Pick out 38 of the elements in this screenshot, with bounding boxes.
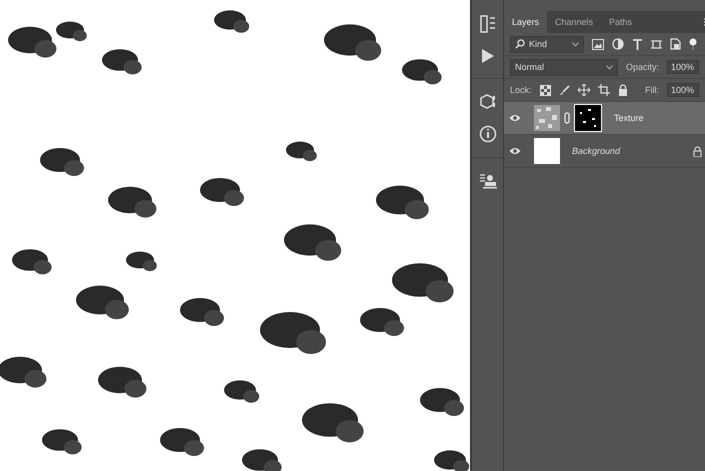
panel-tab[interactable]: Channels (547, 11, 602, 33)
checkerboard-icon[interactable] (540, 84, 551, 96)
layer-thumbnail (534, 138, 560, 164)
panel-tab[interactable]: Layers (504, 11, 548, 33)
play-icon[interactable] (480, 48, 494, 64)
opacity-field[interactable]: 100% (667, 60, 700, 74)
layer-row[interactable]: Background (504, 135, 705, 168)
panel-tab[interactable]: Paths (601, 11, 640, 33)
search-icon (515, 39, 525, 49)
eye-icon[interactable] (509, 114, 521, 122)
fill-field[interactable]: 100% (667, 83, 700, 97)
lock-label: Lock: (510, 85, 532, 95)
shape-filter-icon[interactable] (651, 38, 662, 50)
filter-dropdown[interactable]: Kind (510, 36, 584, 52)
opacity-label: Opacity: (626, 62, 660, 72)
caret-icon (606, 64, 613, 70)
adjustment-filter-icon[interactable] (612, 38, 624, 50)
type-filter-icon[interactable] (632, 38, 643, 50)
image-filter-icon[interactable] (592, 38, 604, 50)
mask-thumbnail (574, 104, 602, 132)
move-icon[interactable] (578, 84, 590, 96)
cube-icon[interactable] (478, 93, 496, 111)
fill-label: Fill: (645, 85, 660, 95)
layer-row[interactable]: Texture (504, 102, 705, 135)
stamp-icon[interactable] (478, 172, 496, 190)
info-icon[interactable] (478, 125, 496, 143)
history-icon[interactable] (478, 14, 496, 34)
layer-name[interactable]: Background (572, 146, 690, 156)
blend-mode-dropdown[interactable]: Normal (510, 58, 618, 76)
layer-name[interactable]: Texture (614, 113, 705, 123)
lock-icon[interactable] (618, 84, 628, 96)
smart-object-filter-icon[interactable] (670, 38, 681, 50)
caret-icon (572, 42, 579, 46)
eye-icon[interactable] (509, 147, 521, 155)
brush-icon[interactable] (558, 84, 570, 96)
texture-thumbnail (534, 105, 560, 131)
crop-icon[interactable] (598, 84, 610, 96)
link-icon[interactable] (564, 112, 570, 124)
